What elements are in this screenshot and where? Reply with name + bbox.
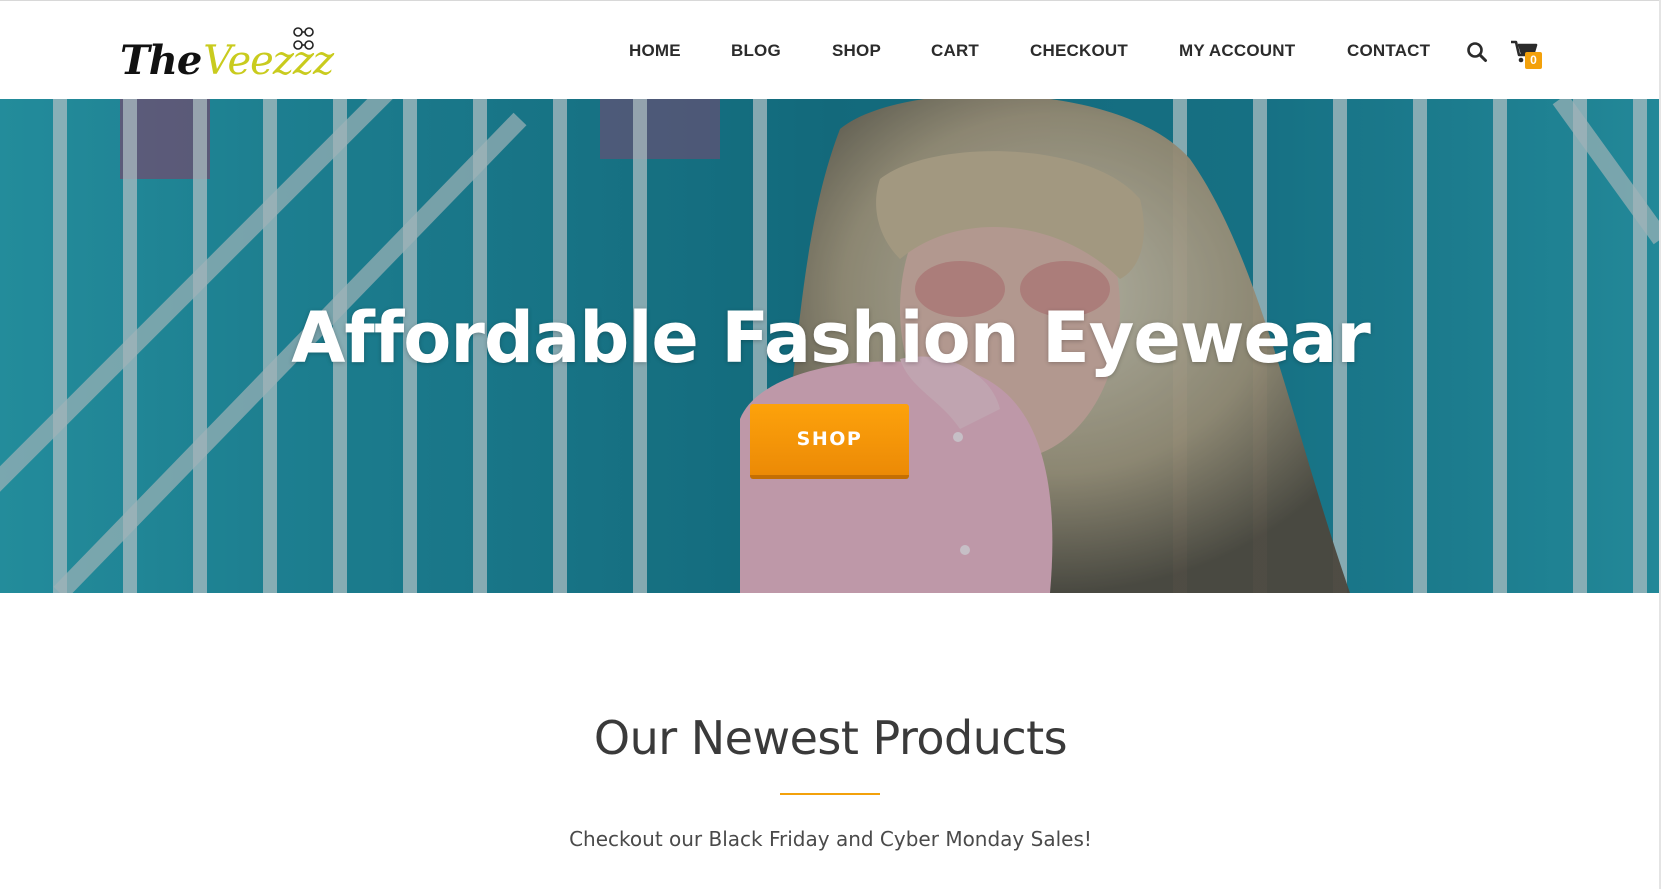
nav-item-my-account[interactable]: MY ACCOUNT — [1179, 39, 1295, 63]
cart-count-badge: 0 — [1525, 52, 1542, 69]
section-divider — [780, 793, 880, 795]
nav-item-contact[interactable]: CONTACT — [1347, 39, 1430, 63]
hero-title: Affordable Fashion Eyewear — [291, 297, 1371, 379]
section-subtitle: Checkout our Black Friday and Cyber Mond… — [569, 827, 1092, 851]
section-title: Our Newest Products — [593, 711, 1068, 765]
nav-item-shop[interactable]: SHOP — [832, 39, 881, 63]
site-header: The Veezzz HOME BLOG SHOP CART CHECKOUT … — [0, 0, 1661, 99]
nav-item-cart[interactable]: CART — [931, 39, 979, 63]
nav-item-checkout[interactable]: CHECKOUT — [1030, 39, 1128, 63]
main-nav: HOME BLOG SHOP CART CHECKOUT MY ACCOUNT … — [0, 39, 1661, 63]
search-icon[interactable] — [1466, 41, 1488, 63]
nav-item-blog[interactable]: BLOG — [731, 39, 781, 63]
hero-shop-button[interactable]: SHOP — [750, 404, 909, 479]
hero-banner: Affordable Fashion Eyewear SHOP — [0, 99, 1661, 593]
nav-item-home[interactable]: HOME — [629, 39, 681, 63]
